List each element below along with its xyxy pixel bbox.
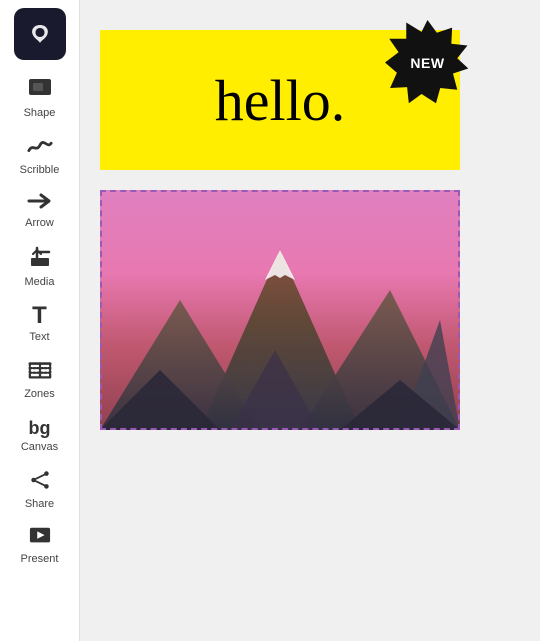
text-icon: T (32, 304, 47, 328)
sidebar-item-scribble-label: Scribble (20, 164, 60, 176)
canvas-icon: bg (29, 416, 51, 438)
sidebar-item-canvas-label: Canvas (21, 441, 58, 453)
sidebar-item-share[interactable]: Share (5, 461, 75, 518)
media-icon (28, 245, 52, 273)
sidebar-item-shape[interactable]: Shape (5, 70, 75, 127)
sidebar-item-arrow-label: Arrow (25, 217, 54, 229)
arrow-icon (27, 192, 53, 214)
mountain-image (100, 190, 460, 430)
scribble-icon (27, 135, 53, 161)
canvas-area: hello. NEW (80, 0, 540, 641)
shape-icon (28, 78, 52, 104)
sidebar-item-scribble[interactable]: Scribble (5, 127, 75, 184)
banner-text: hello. (215, 67, 345, 134)
share-icon (29, 469, 51, 495)
starburst-label: NEW (385, 20, 470, 105)
sidebar-item-media-label: Media (25, 276, 55, 288)
sidebar-item-present[interactable]: Present (5, 518, 75, 573)
sidebar-item-text[interactable]: T Text (5, 296, 75, 351)
sidebar-item-zones[interactable]: Zones (5, 351, 75, 408)
sidebar: Shape Scribble Arrow Me (0, 0, 80, 641)
present-icon (29, 526, 51, 550)
app-logo[interactable] (14, 8, 66, 60)
sidebar-item-media[interactable]: Media (5, 237, 75, 296)
sidebar-item-present-label: Present (21, 553, 59, 565)
sidebar-item-share-label: Share (25, 498, 54, 510)
sidebar-item-zones-label: Zones (24, 388, 55, 400)
sidebar-item-text-label: Text (29, 331, 49, 343)
sidebar-item-canvas[interactable]: bg Canvas (5, 408, 75, 461)
image-card[interactable] (100, 190, 460, 430)
new-badge: NEW (385, 20, 470, 105)
sidebar-item-arrow[interactable]: Arrow (5, 184, 75, 237)
yellow-banner[interactable]: hello. NEW (100, 30, 460, 170)
zones-icon (28, 359, 52, 385)
sidebar-item-shape-label: Shape (24, 107, 56, 119)
